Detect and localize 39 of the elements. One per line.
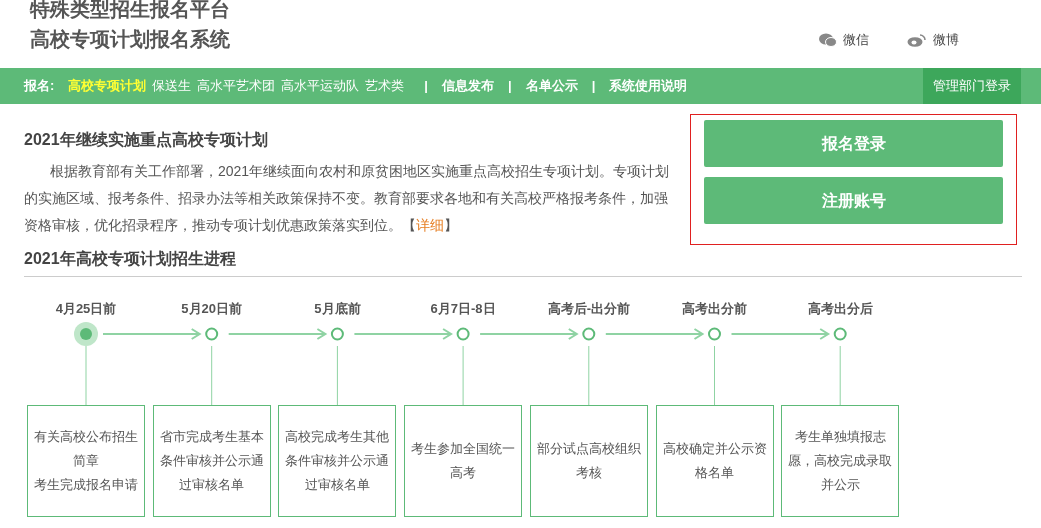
- section-heading: 2021年高校专项计划招生进程: [24, 249, 237, 269]
- step-date: 5月20日前: [181, 300, 243, 318]
- nav-link[interactable]: 高水平运动队: [281, 76, 360, 96]
- admin-login-link[interactable]: 管理部门登录: [923, 68, 1021, 104]
- step-description: 有关高校公布招生简章: [33, 428, 139, 470]
- action-button[interactable]: 注册账号: [704, 177, 1003, 224]
- nav-label: 报名:: [24, 77, 55, 96]
- site-title: 高校专项计划报名系统: [30, 27, 230, 52]
- step-description: 高校完成考生其他条件审核并公示通过审核名单: [284, 428, 391, 494]
- nav-link[interactable]: 名单公示: [525, 76, 578, 96]
- step-date: 5月底前: [314, 300, 361, 318]
- step-description: 考生参加全国统一高考: [410, 440, 517, 482]
- nav-link[interactable]: 系统使用说明: [609, 76, 688, 96]
- intro-paragraph: 根据教育部有关工作部署，2021年继续面向农村和原贫困地区实施重点高校招生专项计划。专项计划的实施区域、报考条件、招录办法等相关政策保持不变。教育部要求各地和有关高校严格报考条件，加强资格审核，优化招录程序，推动专项计划优惠政策落实到位。【详细】: [24, 162, 671, 235]
- step-date: 高考出分后: [807, 300, 873, 318]
- step-description: 高校确定并公示资格名单: [661, 440, 768, 482]
- chat-bubbles-icon[interactable]: [819, 32, 837, 47]
- step-description: 省市完成考生基本条件审核并公示通过审核名单: [158, 428, 265, 494]
- step-date: 6月7日-8日: [430, 300, 496, 318]
- nav-separator: |: [591, 77, 596, 96]
- nav-separator: |: [508, 77, 512, 96]
- nav-link[interactable]: 保送生: [152, 76, 192, 96]
- social-link[interactable]: 微博: [933, 30, 959, 50]
- nav-link[interactable]: 艺术类: [365, 76, 405, 96]
- nav-separator: |: [424, 77, 428, 96]
- step-date: 高考出分前: [682, 300, 747, 318]
- section-heading: 2021年继续实施重点高校专项计划: [24, 130, 269, 150]
- details-link[interactable]: 详细: [416, 217, 444, 233]
- eye-logo-icon[interactable]: [907, 32, 927, 47]
- nav-link[interactable]: 高校专项计划: [68, 76, 147, 96]
- step-description: 考生单独填报志愿，高校完成录取并公示: [787, 428, 894, 494]
- step-description: 部分试点高校组织考核: [535, 440, 642, 482]
- action-button[interactable]: 报名登录: [704, 120, 1003, 167]
- nav-link[interactable]: 信息发布: [442, 76, 494, 96]
- step-date: 高考后-出分前: [547, 300, 630, 318]
- step-date: 4月25日前: [55, 300, 117, 318]
- social-link[interactable]: 微信: [843, 30, 869, 50]
- nav-link[interactable]: 高水平艺术团: [197, 76, 276, 96]
- step-description: 考生完成报名申请: [33, 476, 139, 494]
